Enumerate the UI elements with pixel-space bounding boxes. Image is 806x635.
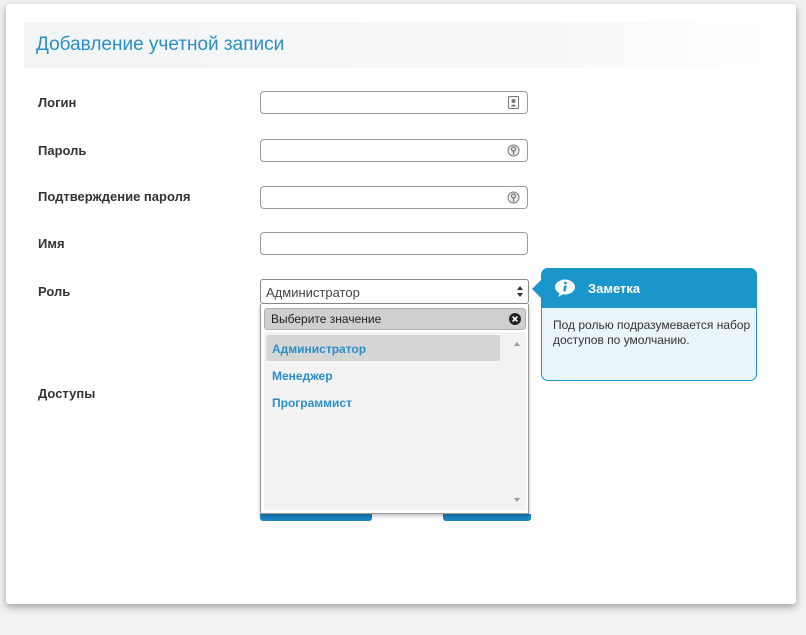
clear-icon[interactable] <box>509 313 521 325</box>
note-callout: Заметка Под ролью подразумевается набор … <box>532 268 757 381</box>
confirm-password-label: Подтверждение пароля <box>38 189 191 204</box>
name-field-box <box>260 232 528 256</box>
note-header: Заметка <box>541 268 757 308</box>
role-select-value: Администратор <box>266 285 360 300</box>
dropdown-option-manager[interactable]: Менеджер <box>266 362 500 388</box>
note-text: Под ролью подразумевается набор доступов… <box>553 318 751 347</box>
role-select[interactable]: Администратор <box>260 279 529 304</box>
info-icon <box>555 279 575 297</box>
page-header: Добавление учетной записи <box>24 22 770 68</box>
button-left[interactable] <box>260 514 372 521</box>
dropdown-header-text: Выберите значение <box>271 312 382 326</box>
dropdown-search-header[interactable]: Выберите значение <box>264 308 526 330</box>
name-input[interactable] <box>267 234 501 256</box>
page-title: Добавление учетной записи <box>36 34 285 55</box>
dropdown-scrollbar[interactable] <box>508 332 526 510</box>
key-icon <box>507 191 520 204</box>
dropdown-options-list: Администратор Менеджер Программист <box>264 332 526 510</box>
role-label: Роль <box>38 284 71 299</box>
login-field-box <box>260 91 528 115</box>
note-pointer <box>532 280 541 298</box>
confirm-password-input[interactable] <box>267 188 501 210</box>
contact-card-icon <box>508 96 519 109</box>
password-input[interactable] <box>267 141 501 163</box>
name-label: Имя <box>38 236 65 251</box>
access-label: Доступы <box>38 386 96 401</box>
login-label: Логин <box>38 95 77 110</box>
key-icon <box>507 144 520 157</box>
login-input[interactable] <box>267 93 501 115</box>
role-dropdown: Выберите значение Администратор Менеджер… <box>260 304 529 514</box>
button-right[interactable] <box>443 514 531 521</box>
password-field-box <box>260 139 528 163</box>
dropdown-option-programmer[interactable]: Программист <box>266 389 500 415</box>
dropdown-option-administrator[interactable]: Администратор <box>266 335 500 361</box>
note-title: Заметка <box>588 281 641 296</box>
confirm-password-field-box <box>260 186 528 210</box>
note-body: Под ролью подразумевается набор доступов… <box>541 308 757 381</box>
password-label: Пароль <box>38 143 87 158</box>
select-arrows-icon <box>517 286 523 297</box>
